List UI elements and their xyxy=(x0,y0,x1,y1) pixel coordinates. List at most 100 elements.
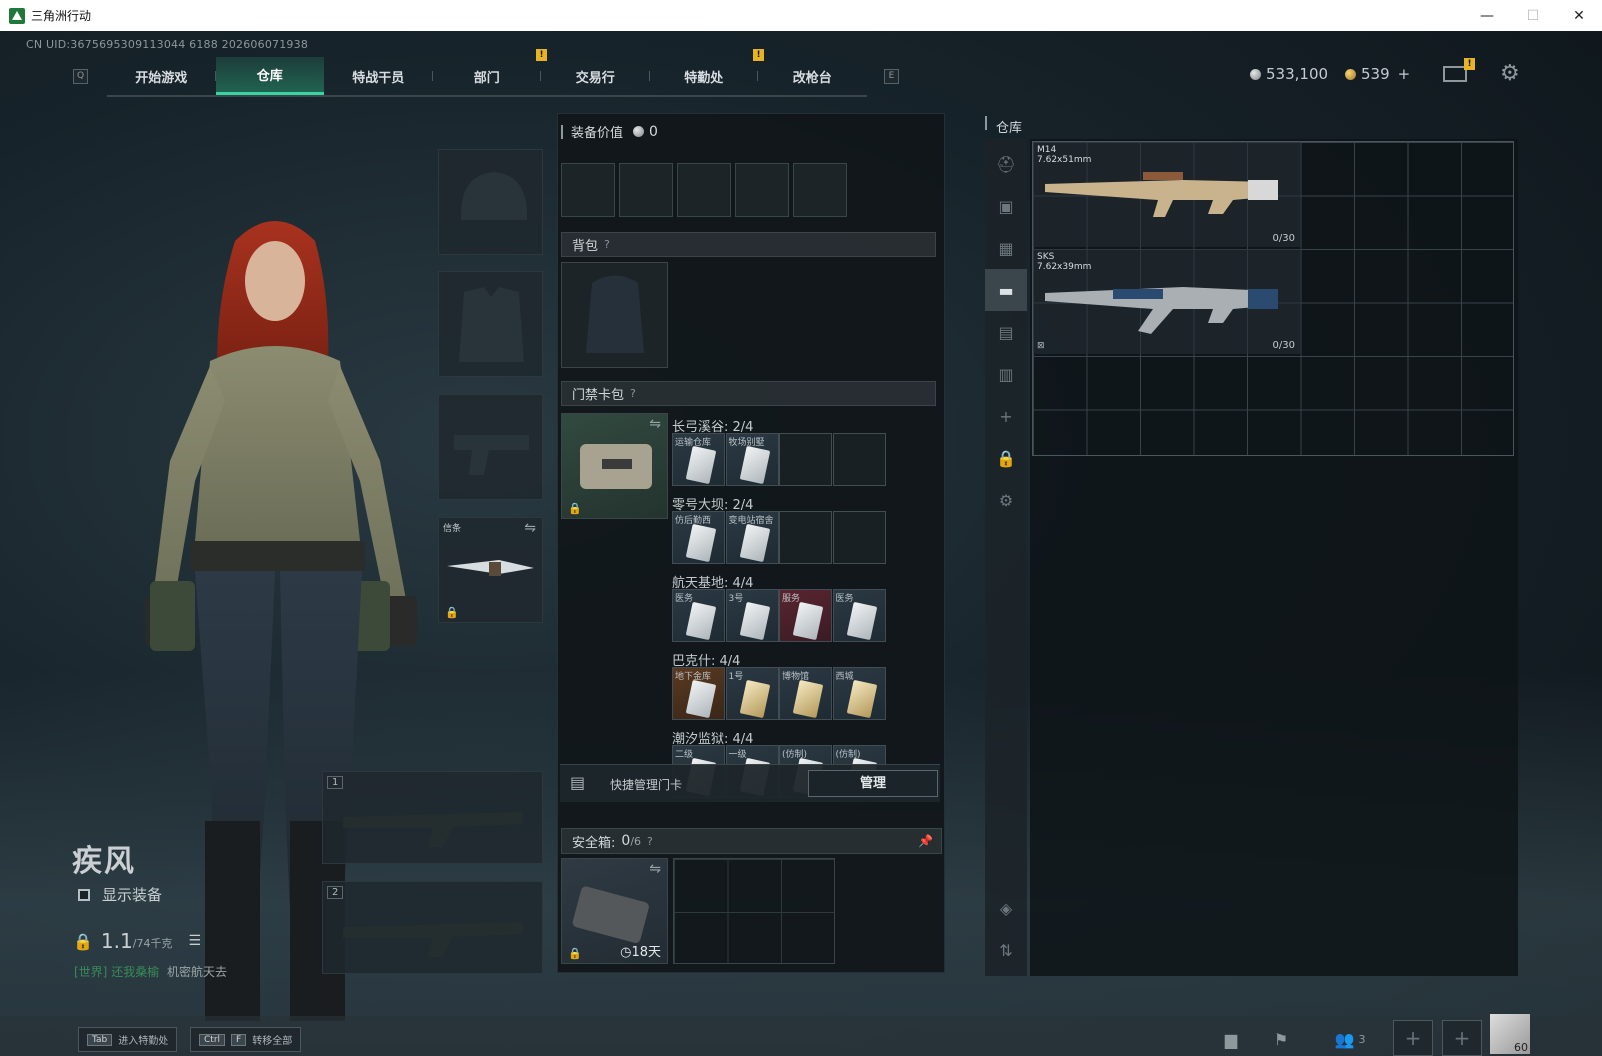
ammo-icon[interactable]: ▤ xyxy=(985,311,1027,353)
checkbox-icon[interactable] xyxy=(78,888,90,901)
slot-index: 2 xyxy=(327,886,344,899)
swap-icon[interactable]: ⇋ xyxy=(649,861,661,877)
flag-icon[interactable]: ⚑ xyxy=(1265,1024,1297,1054)
keycard-slot[interactable]: 地下金库 xyxy=(672,667,725,720)
keycard-icon xyxy=(739,601,770,641)
pistol-slot[interactable] xyxy=(438,394,543,500)
help-icon[interactable]: ? xyxy=(647,835,653,848)
rifle-placeholder-icon xyxy=(343,922,523,957)
tag-icon: ⊠ xyxy=(1037,341,1045,351)
transfer-all-hint[interactable]: Ctrl F 转移全部 xyxy=(190,1027,302,1052)
safebox-label: 安全箱: xyxy=(572,835,616,851)
keycard-label: 西城 xyxy=(835,672,854,682)
tab-gunsmith[interactable]: 改枪台 xyxy=(758,57,867,95)
avatar[interactable]: 60 xyxy=(1490,1014,1530,1054)
add-gold-button[interactable]: + xyxy=(1398,65,1411,83)
keycard-slot[interactable]: 1号 xyxy=(725,667,779,720)
keycard-slot[interactable] xyxy=(779,511,832,564)
stack-icon[interactable]: ◈ xyxy=(985,887,1027,929)
keycard-slot[interactable] xyxy=(832,433,886,486)
warehouse-item-m14[interactable]: M14 7.62x51mm 0/30 xyxy=(1033,142,1301,247)
tab-label: 开始游戏 xyxy=(135,70,188,86)
tab-label: 改枪台 xyxy=(792,70,832,86)
keycard-slot[interactable]: 西城 xyxy=(832,667,886,720)
pocket-slot[interactable] xyxy=(735,163,789,217)
ctrl-key: Ctrl xyxy=(199,1033,226,1046)
chat-channel: [世界] xyxy=(74,965,108,979)
warehouse-item-sks[interactable]: SKS 7.62x39mm ⊠ 0/30 xyxy=(1033,249,1301,354)
keycard-slot[interactable]: 服务 xyxy=(779,589,832,642)
minimize-button[interactable]: — xyxy=(1464,0,1510,31)
primary-weapon-slot-2[interactable]: 2 xyxy=(322,881,543,974)
safebox-grid[interactable] xyxy=(673,858,835,964)
keycard-icon xyxy=(739,679,770,719)
item-name: M14 7.62x51mm xyxy=(1037,145,1091,165)
help-icon[interactable]: ? xyxy=(604,238,610,251)
pocket-slot[interactable] xyxy=(793,163,847,217)
tab-special-ops[interactable]: 特勤处! xyxy=(650,49,764,95)
keycard-slot[interactable]: 牧场别墅 xyxy=(725,433,779,486)
gear-icon[interactable]: ⚙ xyxy=(1500,61,1520,86)
world-chat-line[interactable]: [世界] 还我桑榆 机密航天去 xyxy=(74,963,227,980)
squad-icon[interactable]: 👥 3 xyxy=(1325,1024,1375,1054)
swap-icon[interactable]: ⇋ xyxy=(649,416,661,432)
keycard-slot[interactable]: 医务 xyxy=(672,589,725,642)
pin-icon[interactable]: 📌 xyxy=(918,834,933,848)
manage-button[interactable]: 管理 xyxy=(808,770,938,797)
keycard-icon xyxy=(792,679,824,719)
armor-icon[interactable]: ▣ xyxy=(985,185,1027,227)
invite-slot-1[interactable]: + xyxy=(1393,1020,1433,1056)
weapon-icon[interactable]: ▬ xyxy=(985,269,1027,311)
keycard-slot[interactable]: 博物馆 xyxy=(779,667,832,720)
help-icon[interactable]: ? xyxy=(630,387,636,400)
enter-special-ops-hint[interactable]: Tab 进入特勤处 xyxy=(78,1027,178,1052)
keycard-case-slot[interactable]: ⇋ 🔒 xyxy=(561,413,668,519)
keycard-slot[interactable]: 医务 xyxy=(832,589,886,642)
mail-icon[interactable]: ! xyxy=(1443,58,1475,82)
tab-start-game[interactable]: 开始游戏 xyxy=(107,57,216,95)
invite-slot-2[interactable]: + xyxy=(1442,1020,1482,1056)
transfer-icon[interactable]: ⇅ xyxy=(985,929,1027,971)
keycard-slot[interactable]: 3号 xyxy=(725,589,779,642)
pocket-slot[interactable] xyxy=(561,163,615,217)
armor-icon xyxy=(459,287,524,362)
helmet-icon[interactable]: ⛑ xyxy=(985,143,1027,185)
keycard-slot[interactable] xyxy=(832,511,886,564)
rifle-placeholder-icon xyxy=(343,812,523,847)
tab-warehouse[interactable]: 仓库 xyxy=(215,57,324,95)
backpack-slot[interactable] xyxy=(561,262,668,368)
keycard-slot[interactable]: 运输仓库 xyxy=(672,433,725,486)
keycard-label: 二级 xyxy=(675,750,694,760)
lock-icon[interactable]: 🔒 xyxy=(985,437,1027,479)
melee-slot[interactable]: 信条 ⇋ 🔒 xyxy=(438,517,543,623)
helmet-slot[interactable] xyxy=(438,149,543,255)
medical-icon[interactable]: ▥ xyxy=(985,353,1027,395)
nav-next-key[interactable]: E xyxy=(884,69,899,84)
stats-icon[interactable]: ▆ xyxy=(1215,1024,1247,1054)
nav-prev-key[interactable]: Q xyxy=(73,69,88,84)
maximize-button[interactable]: ☐ xyxy=(1510,0,1556,31)
keycard-slot[interactable]: 仿后勤西 xyxy=(672,511,725,564)
add-icon[interactable]: + xyxy=(985,395,1027,437)
keycard-holder-icon: ▤ xyxy=(570,773,586,792)
settings-icon[interactable]: ⚙ xyxy=(985,479,1027,521)
safebox-slot[interactable]: ⇋ 🔒 ◷18天 xyxy=(561,858,668,964)
backpack-icon xyxy=(586,275,644,353)
close-button[interactable]: ✕ xyxy=(1556,0,1602,31)
keycard-slot[interactable] xyxy=(779,433,832,486)
pocket-slot[interactable] xyxy=(677,163,731,217)
keycard-icon xyxy=(792,601,824,641)
rig-icon[interactable]: ▦ xyxy=(985,227,1027,269)
show-equipment-toggle[interactable]: 显示装备 xyxy=(78,884,162,905)
tab-trade[interactable]: 交易行 xyxy=(541,57,650,95)
armor-slot[interactable] xyxy=(438,271,543,377)
swap-icon[interactable]: ⇋ xyxy=(524,520,536,536)
primary-weapon-slot-1[interactable]: 1 xyxy=(322,771,543,864)
tab-department[interactable]: 部门! xyxy=(433,49,547,95)
list-icon[interactable]: ☰ xyxy=(188,933,201,949)
keycard-slot[interactable]: 变电站宿舍 xyxy=(725,511,779,564)
warehouse-sidebar: ⛑ ▣ ▦ ▬ ▤ ▥ + 🔒 ⚙ ◈ ⇅ xyxy=(985,139,1027,976)
pocket-slot[interactable] xyxy=(619,163,673,217)
uid-label: CN UID:3675695309113044 6188 20260607193… xyxy=(26,38,309,51)
tab-operators[interactable]: 特战干员 xyxy=(324,57,433,95)
